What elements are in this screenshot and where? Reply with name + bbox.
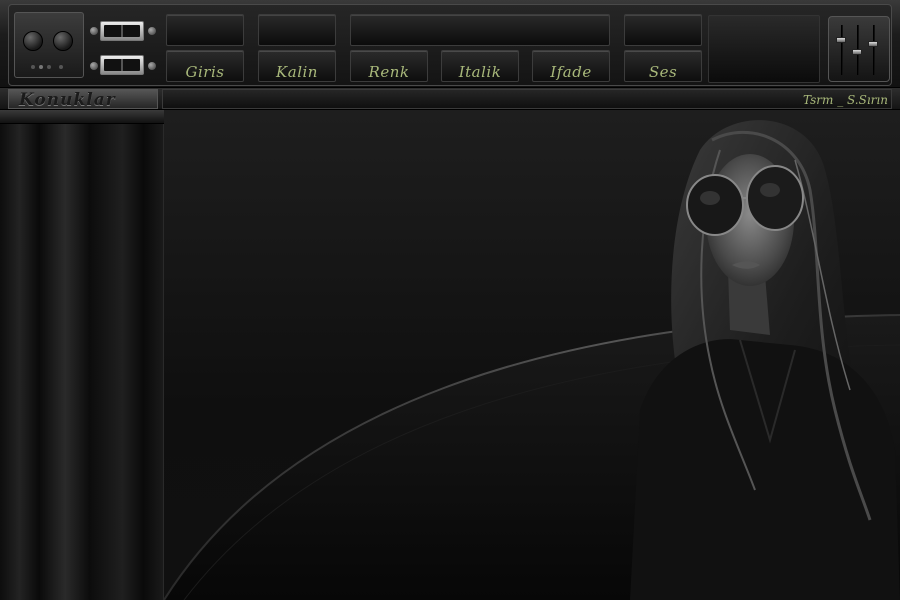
switch-stud-icon [90, 27, 98, 35]
menu-button-ifade[interactable]: Ifade [532, 50, 610, 82]
mixer-panel [828, 16, 890, 82]
fader-cap-icon[interactable] [836, 37, 846, 43]
led-indicator [39, 65, 43, 69]
menu-button-giris[interactable]: Giris [166, 50, 244, 82]
switch-stud-icon [90, 62, 98, 70]
led-indicator [31, 65, 35, 69]
sidebar-header-strip [0, 110, 164, 124]
fader-track [873, 25, 875, 75]
display-slot [166, 14, 244, 46]
fader-cap-icon[interactable] [852, 49, 862, 55]
knob-left-icon[interactable] [23, 31, 43, 51]
guest-list-panel[interactable] [0, 110, 164, 600]
knob-right-icon[interactable] [53, 31, 73, 51]
menu-button-kalin[interactable]: Kalin [258, 50, 336, 82]
status-area [162, 89, 892, 109]
switch-stud-icon [148, 27, 156, 35]
menu-button-renk[interactable]: Renk [350, 50, 428, 82]
display-slot [624, 14, 702, 46]
switch-stud-icon [148, 62, 156, 70]
led-indicator [47, 65, 51, 69]
portrait-image [620, 110, 900, 600]
volume-knob-panel [14, 12, 84, 78]
toggle-switch-bottom[interactable] [100, 55, 144, 75]
menu-button-italik[interactable]: Italik [441, 50, 519, 82]
display-slot [258, 14, 336, 46]
display-screen [708, 15, 820, 83]
toggle-switch-top[interactable] [100, 21, 144, 41]
display-slot-wide [350, 14, 610, 46]
fader-cap-icon[interactable] [868, 41, 878, 47]
menu-button-ses[interactable]: Ses [624, 50, 702, 82]
led-indicator [59, 65, 63, 69]
status-text: Tsrm _ S.Sırın [802, 93, 888, 107]
sidebar-title: Konuklar [8, 89, 158, 110]
fader-track [841, 25, 843, 75]
